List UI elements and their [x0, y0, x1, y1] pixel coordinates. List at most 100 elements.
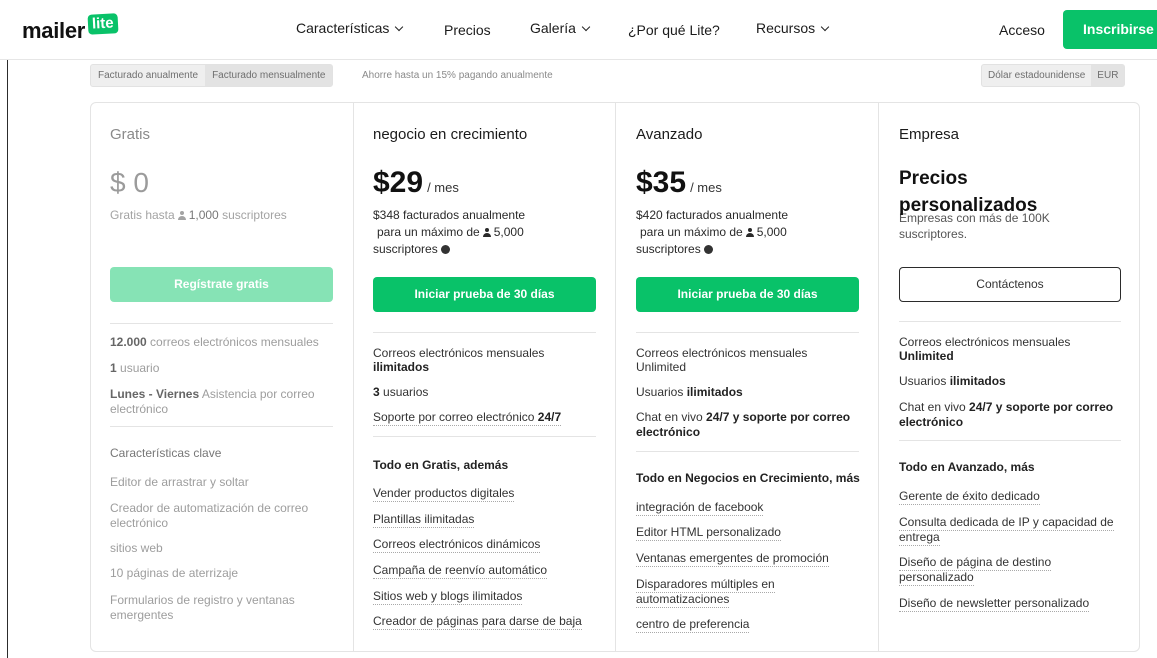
nav-gallery-label: Galería	[530, 20, 576, 36]
feature-emails-count: 12.000	[110, 335, 147, 349]
divider	[110, 426, 333, 427]
plan-growing-business: negocio en crecimiento $29/ mes $348 fac…	[353, 103, 615, 651]
contact-us-button[interactable]: Contáctenos	[899, 267, 1121, 302]
list-item-label: Ventanas emergentes de promoción	[636, 551, 829, 567]
plan-advanced: Avanzado $35/ mes $420 facturados anualm…	[615, 103, 878, 651]
feature-users-label: usuarios	[383, 385, 429, 399]
plan-price: $29/ mes	[373, 166, 459, 200]
billing-monthly-option[interactable]: Facturado mensualmente	[205, 65, 333, 86]
billing-toggle: Facturado anualmente Facturado mensualme…	[90, 64, 334, 87]
list-item-label: Consulta dedicada de IP y capacidad de e…	[899, 515, 1114, 546]
feature-support: Lunes - Viernes Asistencia por correo el…	[110, 387, 325, 417]
feature-emails-label: Correos electrónicos mensuales	[636, 346, 808, 360]
plan-name: negocio en crecimiento	[373, 126, 528, 143]
plan-price: $35/ mes	[636, 166, 722, 200]
feature-emails: Correos electrónicos mensuales ilimitados	[373, 346, 544, 374]
user-icon	[482, 228, 491, 237]
list-item-label: Campaña de reenvío automático	[373, 563, 548, 579]
max-prefix: para un máximo de	[377, 225, 480, 239]
list-item-label: integración de facebook	[636, 500, 764, 516]
currency-toggle: Dólar estadounidense EUR	[981, 64, 1126, 87]
list-item: 10 páginas de aterrizaje	[110, 566, 239, 580]
divider	[110, 323, 333, 324]
divider	[636, 332, 859, 333]
feature-users-count: 3	[373, 385, 380, 399]
start-trial-button[interactable]: Iniciar prueba de 30 días	[636, 277, 859, 312]
savings-note: Ahorre hasta un 15% pagando anualmente	[362, 70, 553, 81]
plan-enterprise: Empresa Precios Empresas con más de 100K…	[878, 103, 1139, 651]
plan-name: Empresa	[899, 126, 960, 143]
custom-pricing-line2: personalizados	[899, 195, 1038, 216]
feature-emails: Correos electrónicos mensuales Unlimited	[636, 346, 807, 374]
includes-heading: Todo en Gratis, además	[373, 458, 509, 472]
list-item: centro de preferencia	[636, 617, 750, 633]
feature-support-label: Soporte por correo electrónico 24/7	[373, 410, 562, 426]
list-item-label: Vender productos digitales	[373, 486, 515, 502]
list-item: Creador de páginas para darse de baja	[373, 614, 582, 630]
feature-users: 3 usuarios	[373, 385, 428, 400]
user-icon	[745, 228, 754, 237]
list-item: Plantillas ilimitadas	[373, 512, 475, 528]
nav-features[interactable]: Características	[296, 20, 404, 36]
list-item: Diseño de newsletter personalizado	[899, 596, 1090, 612]
custom-pricing-line1: Precios	[899, 168, 968, 189]
feature-emails-label: correos electrónicos mensuales	[150, 335, 319, 349]
nav-resources[interactable]: Recursos	[756, 20, 830, 36]
currency-usd-option[interactable]: Dólar estadounidense	[982, 65, 1091, 86]
list-item-label: Editor HTML personalizado	[636, 525, 781, 541]
billed-annually: $420 facturados anualmente	[636, 208, 789, 222]
feature-users-value: ilimitados	[686, 385, 743, 399]
list-item: Vender productos digitales	[373, 486, 515, 502]
includes-heading: Todo en Negocios en Crecimiento, más	[636, 471, 860, 485]
nav-why-lite[interactable]: ¿Por qué Lite?	[628, 22, 720, 38]
user-icon	[177, 211, 186, 220]
plan-free: Gratis $ 0 Gratis hasta 1,000 suscriptore…	[91, 103, 353, 651]
price-amount: $29	[373, 166, 424, 199]
currency-eur-option[interactable]: EUR	[1091, 65, 1125, 86]
feature-users-count: 1	[110, 361, 117, 375]
start-trial-button[interactable]: Iniciar prueba de 30 días	[373, 277, 596, 312]
nav-pricing[interactable]: Precios	[444, 22, 491, 38]
nav-gallery[interactable]: Galería	[530, 20, 591, 36]
mailerlite-logo[interactable]: mailer lite	[22, 13, 119, 44]
info-icon[interactable]	[440, 245, 450, 254]
subscribers-prefix: Gratis hasta	[110, 208, 175, 222]
max-subscribers: para un máximo de 5,000	[377, 224, 524, 240]
list-item-label: Diseño de página de destino personalizad…	[899, 555, 1052, 586]
register-free-button[interactable]: Regístrate gratis	[110, 267, 333, 302]
signup-button[interactable]: Inscribirse	[1063, 10, 1157, 49]
feature-support-text: Soporte por correo electrónico	[373, 410, 535, 424]
login-link[interactable]: Acceso	[999, 22, 1045, 38]
divider	[899, 440, 1121, 441]
feature-users: 1 usuario	[110, 361, 159, 376]
subscribers-count: 1,000	[188, 208, 219, 222]
info-icon[interactable]	[703, 245, 713, 254]
price-period: / mes	[427, 180, 459, 195]
price-period: / mes	[690, 180, 722, 195]
feature-emails-value: Unlimited	[636, 360, 687, 374]
feature-users-value: ilimitados	[949, 374, 1006, 388]
list-item: Formularios de registro y ventanas emerg…	[110, 593, 295, 622]
feature-support: Soporte por correo electrónico 24/7	[373, 410, 562, 426]
feature-support-label: Chat en vivo	[636, 410, 703, 424]
feature-support: Chat en vivo 24/7 y soporte por correo e…	[899, 400, 1124, 430]
divider	[373, 436, 596, 437]
list-item: Campaña de reenvío automático	[373, 563, 548, 579]
divider	[636, 451, 859, 452]
key-features-heading: Características clave	[110, 446, 222, 460]
list-item: Editor de arrastrar y soltar	[110, 475, 249, 489]
nav-features-label: Características	[296, 20, 390, 36]
billing-annual-option[interactable]: Facturado anualmente	[91, 65, 205, 86]
billed-annually: $348 facturados anualmente	[373, 208, 526, 222]
includes-heading: Todo en Avanzado, más	[899, 460, 1035, 474]
list-item-label: Plantillas ilimitadas	[373, 512, 475, 528]
list-item: Creador de automatización de correo elec…	[110, 501, 309, 530]
list-item: Sitios web y blogs ilimitados	[373, 589, 523, 605]
list-item-label: Sitios web y blogs ilimitados	[373, 589, 523, 605]
list-item-label: Creador de páginas para darse de baja	[373, 614, 582, 630]
max-suffix: suscriptores	[636, 242, 701, 256]
list-item-label: Correos electrónicos dinámicos	[373, 537, 541, 553]
window-edge	[7, 60, 8, 658]
max-subscribers: para un máximo de 5,000	[640, 224, 787, 240]
divider	[373, 332, 596, 333]
